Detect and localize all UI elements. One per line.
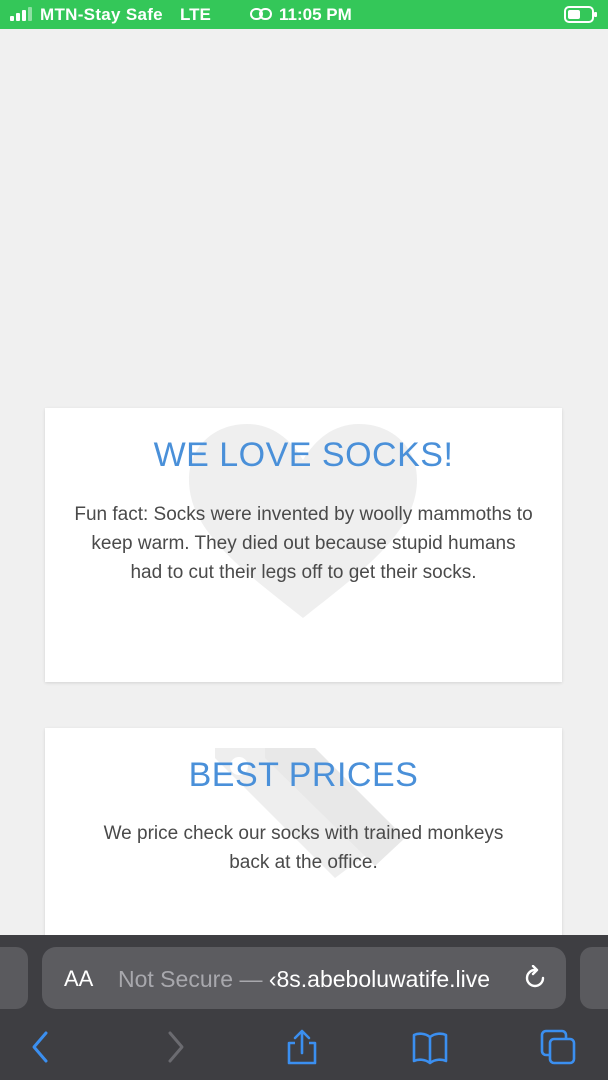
url-text: ‹8s.abeboluwatife.live bbox=[268, 966, 491, 992]
reader-settings-button[interactable]: AA bbox=[64, 966, 93, 992]
forward-icon[interactable] bbox=[156, 1029, 192, 1065]
url-separator: — bbox=[239, 966, 263, 992]
feature-card-best-prices: BEST PRICES We price check our socks wit… bbox=[45, 728, 562, 935]
link-icon bbox=[250, 8, 272, 20]
previous-tab-preview[interactable] bbox=[0, 947, 28, 1009]
next-tab-preview[interactable] bbox=[580, 947, 608, 1009]
signal-icon bbox=[10, 7, 32, 21]
carrier-name: MTN-Stay Safe bbox=[40, 5, 163, 24]
back-icon[interactable] bbox=[24, 1029, 60, 1065]
browser-bottom-bar: AA Not Secure — ‹8s.abeboluwatife.live bbox=[0, 935, 608, 1080]
feature-card-love-socks: WE LOVE SOCKS! Fun fact: Socks were inve… bbox=[45, 408, 562, 682]
bookmarks-icon[interactable] bbox=[412, 1029, 448, 1065]
share-icon[interactable] bbox=[284, 1029, 320, 1065]
battery-icon bbox=[564, 6, 597, 23]
card-body: Fun fact: Socks were invented by woolly … bbox=[74, 504, 533, 583]
card-title: WE LOVE SOCKS! bbox=[153, 436, 454, 474]
tabs-icon[interactable] bbox=[540, 1029, 576, 1065]
clock: 11:05 PM bbox=[279, 5, 352, 24]
card-title: BEST PRICES bbox=[188, 756, 419, 794]
not-secure-label: Not Secure bbox=[118, 966, 234, 992]
url-field[interactable]: Not Secure — ‹8s.abeboluwatife.live bbox=[118, 966, 490, 993]
reload-icon[interactable] bbox=[522, 965, 548, 991]
status-bar: MTN-Stay Safe LTE 11:05 PM bbox=[0, 0, 608, 29]
card-body: We price check our socks with trained mo… bbox=[103, 823, 504, 873]
web-page[interactable]: WE LOVE SOCKS! Fun fact: Socks were inve… bbox=[0, 29, 608, 935]
network-type: LTE bbox=[180, 5, 211, 24]
address-bar[interactable]: AA Not Secure — ‹8s.abeboluwatife.live bbox=[42, 947, 566, 1009]
